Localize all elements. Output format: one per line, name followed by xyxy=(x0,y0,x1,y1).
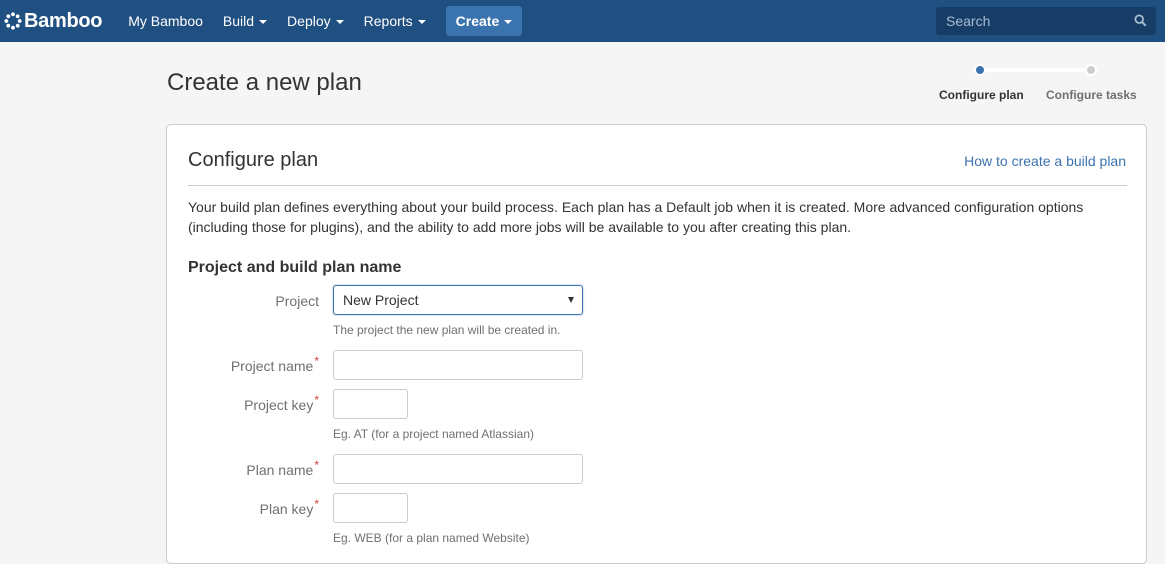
search-icon[interactable] xyxy=(1134,14,1147,27)
project-key-input[interactable] xyxy=(333,389,408,419)
project-key-description: Eg. AT (for a project named Atlassian) xyxy=(333,427,534,441)
nav-build-dropdown[interactable]: Build xyxy=(213,0,277,42)
help-link-create-build-plan[interactable]: How to create a build plan xyxy=(964,153,1126,169)
top-navigation-bar: Bamboo My Bamboo Build Deploy Reports Cr… xyxy=(0,0,1165,42)
project-name-label: Project name* xyxy=(230,354,319,374)
bamboo-logo[interactable]: Bamboo xyxy=(4,9,103,33)
nav-my-bamboo[interactable]: My Bamboo xyxy=(118,0,213,42)
plan-key-input[interactable] xyxy=(333,493,408,523)
nav-deploy-dropdown[interactable]: Deploy xyxy=(277,0,354,42)
create-button[interactable]: Create xyxy=(445,6,523,36)
plan-name-label: Plan name* xyxy=(246,458,319,478)
project-select[interactable]: New Project xyxy=(333,285,583,315)
nav-my-bamboo-label: My Bamboo xyxy=(128,13,203,29)
project-key-label: Project key* xyxy=(244,393,319,413)
page-title: Create a new plan xyxy=(167,69,362,96)
project-select-value: New Project xyxy=(343,292,419,308)
plan-name-label-text: Plan name xyxy=(246,462,314,478)
chevron-down-icon xyxy=(417,20,426,24)
chevron-down-icon xyxy=(259,20,268,24)
progress-tracker: Configure plan Configure tasks xyxy=(930,62,1150,106)
nav-reports-dropdown[interactable]: Reports xyxy=(354,0,436,42)
nav-build-label: Build xyxy=(222,13,255,29)
intro-text: Your build plan defines everything about… xyxy=(188,199,1084,235)
step-configure-tasks-label: Configure tasks xyxy=(1046,88,1137,102)
bamboo-logo-text: Bamboo xyxy=(24,9,103,32)
plan-key-description: Eg. WEB (for a plan named Website) xyxy=(333,531,530,545)
required-marker: * xyxy=(314,458,319,472)
search-box xyxy=(936,7,1156,35)
required-marker: * xyxy=(314,497,319,511)
configure-plan-panel: Configure plan How to create a build pla… xyxy=(166,124,1147,564)
panel-title: Configure plan xyxy=(188,149,319,171)
bamboo-logo-icon xyxy=(4,12,22,30)
section-title: Project and build plan name xyxy=(188,259,402,276)
nav-reports-label: Reports xyxy=(363,13,413,29)
project-description: The project the new plan will be created… xyxy=(333,323,561,337)
create-button-label: Create xyxy=(455,13,500,29)
step-configure-tasks-marker xyxy=(1085,64,1097,76)
project-key-label-text: Project key xyxy=(244,397,314,413)
divider xyxy=(188,185,1127,186)
required-marker: * xyxy=(314,354,319,368)
plan-key-label-text: Plan key xyxy=(259,501,314,517)
project-label: Project xyxy=(275,293,319,309)
step-configure-plan-label: Configure plan xyxy=(939,88,1024,102)
plan-key-label: Plan key* xyxy=(259,497,319,517)
chevron-down-icon xyxy=(335,20,344,24)
progress-track xyxy=(980,68,1090,72)
plan-name-input[interactable] xyxy=(333,454,583,484)
nav-deploy-label: Deploy xyxy=(287,13,331,29)
search-input[interactable] xyxy=(936,12,1126,30)
step-configure-plan-marker xyxy=(974,64,986,76)
project-name-input[interactable] xyxy=(333,350,583,380)
chevron-down-icon xyxy=(504,20,513,24)
required-marker: * xyxy=(314,393,319,407)
dropdown-arrow-icon xyxy=(568,297,574,303)
project-name-label-text: Project name xyxy=(230,358,314,374)
